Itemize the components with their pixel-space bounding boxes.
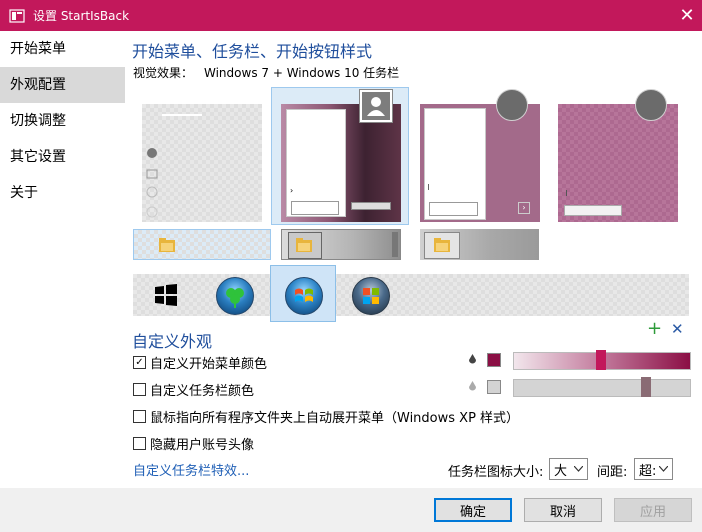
windows10-side-icons: [146, 148, 158, 218]
user-avatar-icon: [496, 89, 528, 121]
visual-effect-value: Windows 7 + Windows 10 任务栏: [204, 66, 400, 80]
app-icon: [9, 8, 25, 23]
cancel-button[interactable]: 取消: [524, 498, 602, 522]
icon-size-label: 任务栏图标大小:: [448, 465, 544, 480]
start-menu-color-row: ✓ 自定义开始菜单颜色: [133, 353, 267, 372]
section-title: 开始菜单、任务栏、开始按钮样式: [132, 42, 373, 61]
sidebar-item-switching[interactable]: 切换调整: [0, 103, 125, 139]
taskbar-color-slider-thumb[interactable]: [641, 377, 651, 397]
start-menu-color-swatch[interactable]: [487, 353, 501, 367]
spacing-select[interactable]: 超:: [634, 458, 673, 480]
user-avatar-icon: [635, 89, 667, 121]
remove-icon[interactable]: ✕: [671, 320, 684, 338]
opacity-drop-icon: [469, 381, 476, 391]
hide-avatar-label[interactable]: 隐藏用户账号头像: [150, 434, 254, 453]
add-icon[interactable]: +: [647, 318, 662, 339]
taskbar-color-checkbox[interactable]: [133, 383, 146, 396]
close-button[interactable]: ✕: [672, 0, 702, 31]
folder-icon: [159, 238, 175, 252]
folder-icon: [434, 238, 450, 252]
hide-avatar-checkbox[interactable]: [133, 437, 146, 450]
taskbar-color-label[interactable]: 自定义任务栏颜色: [150, 380, 254, 399]
ok-button[interactable]: 确定: [434, 498, 512, 522]
title-bar: 设置 StartIsBack ✕: [0, 0, 702, 31]
taskbar-color-row: 自定义任务栏颜色: [133, 380, 254, 399]
taskbar-color-swatch[interactable]: [487, 380, 501, 394]
icon-size-value: 大: [554, 463, 568, 479]
windows7-orb-icon[interactable]: [285, 277, 323, 315]
chevron-down-icon: [659, 466, 668, 472]
windows10-logo-icon[interactable]: [154, 283, 178, 307]
hide-avatar-row: 隐藏用户账号头像: [133, 434, 254, 453]
sidebar-item-start-menu[interactable]: 开始菜单: [0, 31, 125, 67]
folder-icon: [296, 238, 312, 252]
opacity-drop-icon: [469, 354, 476, 364]
taskbar-style-flat[interactable]: [133, 229, 271, 260]
style-preview-windows10[interactable]: [142, 104, 262, 222]
custom-appearance-title: 自定义外观: [132, 332, 213, 351]
apply-button[interactable]: 应用: [614, 498, 692, 522]
chevron-down-icon: [574, 466, 583, 472]
close-icon: ✕: [679, 5, 695, 26]
sidebar-item-other-settings[interactable]: 其它设置: [0, 139, 125, 175]
taskbar-effects-link[interactable]: 自定义任务栏特效...: [133, 460, 249, 479]
start-menu-color-checkbox[interactable]: ✓: [133, 356, 146, 369]
sidebar-item-about[interactable]: 关于: [0, 175, 125, 211]
start-menu-color-label[interactable]: 自定义开始菜单颜色: [150, 353, 267, 372]
xp-style-row: 鼠标指向所有程序文件夹上自动展开菜单（Windows XP 样式）: [133, 407, 519, 426]
xp-style-label[interactable]: 鼠标指向所有程序文件夹上自动展开菜单（Windows XP 样式）: [150, 407, 519, 426]
taskbar-style-basic[interactable]: [420, 229, 539, 260]
user-silhouette-icon: [367, 97, 385, 116]
style-preview-plain[interactable]: [558, 104, 678, 222]
start-menu-color-slider-thumb[interactable]: [596, 350, 606, 370]
taskbar-color-slider[interactable]: [513, 379, 691, 397]
icon-size-select[interactable]: 大: [549, 458, 588, 480]
visual-effect-label: 视觉效果：: [133, 66, 194, 80]
window-title: 设置 StartIsBack: [33, 9, 130, 23]
vista-orb-icon[interactable]: [352, 277, 390, 315]
spacing-label: 间距:: [597, 465, 628, 480]
xp-style-checkbox[interactable]: [133, 410, 146, 423]
style-preview-vista[interactable]: ›: [420, 104, 540, 222]
taskbar-style-aero[interactable]: [281, 229, 401, 260]
clover-orb-icon[interactable]: [216, 277, 254, 315]
sidebar-item-appearance[interactable]: 外观配置: [0, 67, 125, 103]
sidebar: 开始菜单 外观配置 切换调整 其它设置 关于: [0, 31, 125, 488]
spacing-value: 超:: [639, 463, 657, 479]
